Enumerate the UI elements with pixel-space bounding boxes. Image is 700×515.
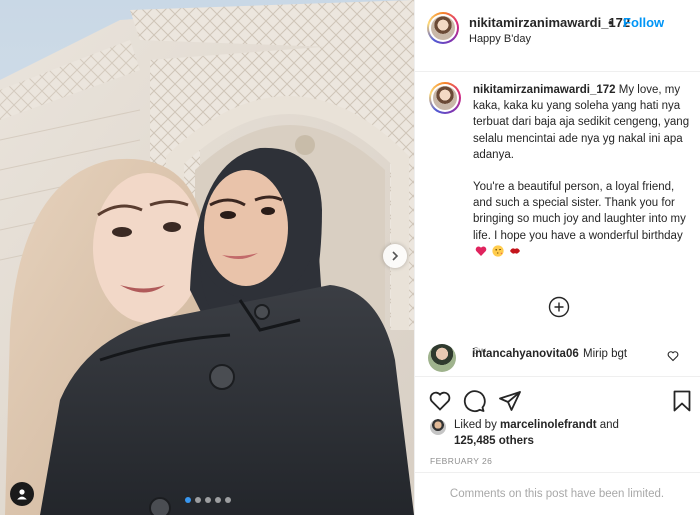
paper-plane-icon[interactable] — [498, 389, 522, 413]
caption-username[interactable]: nikitamirzanimawardi_172 — [473, 84, 616, 96]
likes-and: and — [599, 419, 619, 431]
instagram-post: nikitamirzanimawardi_172 • Follow Happy … — [0, 0, 700, 515]
comment-username[interactable]: intancahyanovita06 — [472, 348, 579, 360]
follow-button[interactable]: Follow — [623, 15, 664, 30]
red-heart-icon — [475, 246, 487, 256]
carousel-dot — [215, 497, 221, 503]
post-date[interactable]: FEBRUARY 26 — [430, 456, 492, 466]
comment-icon[interactable] — [462, 389, 486, 413]
comment-text: Mirip bgt — [583, 348, 628, 360]
selfie-photo-image — [0, 0, 414, 515]
comments-limited-notice: Comments on this post have been limited. — [449, 488, 665, 500]
carousel-dot — [195, 497, 201, 503]
kissing-face-icon — [492, 245, 504, 257]
heart-icon[interactable] — [428, 389, 452, 413]
kiss-mark-icon — [510, 248, 521, 254]
author-avatar[interactable] — [427, 12, 459, 44]
commenter-avatar[interactable] — [428, 344, 456, 372]
chevron-right-icon — [392, 251, 399, 261]
likes-summary: Liked by marcelinolefrandt and — [454, 419, 619, 431]
post-header: nikitamirzanimawardi_172 • Follow Happy … — [415, 0, 700, 72]
carousel-indicator — [185, 497, 231, 503]
likes-user[interactable]: marcelinolefrandt — [500, 419, 597, 431]
bookmark-icon[interactable] — [670, 389, 694, 413]
likes-others[interactable]: 125,485 others — [454, 435, 534, 447]
header-separator: • — [608, 15, 613, 30]
caption-paragraph-2: You're a beautiful person, a loyal frien… — [473, 181, 686, 242]
comment-like-heart-icon[interactable] — [667, 350, 679, 362]
post-subtitle: Happy B'day — [469, 33, 532, 45]
carousel-dot — [225, 497, 231, 503]
comments-limited-footer: Comments on this post have been limited. — [414, 472, 700, 515]
caption-author-avatar[interactable] — [429, 82, 461, 114]
user-tag-icon — [17, 489, 27, 500]
carousel-dot — [205, 497, 211, 503]
author-username[interactable]: nikitamirzanimawardi_172 — [469, 15, 630, 30]
post-photo[interactable] — [0, 0, 414, 515]
carousel-dot — [185, 497, 191, 503]
likes-prefix: Liked by — [454, 419, 497, 431]
post-actions-section: Liked by marcelinolefrandt and 125,485 o… — [414, 376, 700, 472]
plus-circle-icon[interactable] — [548, 296, 570, 318]
carousel-next-button[interactable] — [383, 244, 407, 268]
tagged-users-button[interactable] — [10, 482, 34, 506]
liker-avatar[interactable] — [430, 419, 446, 435]
comment-row: intancahyanovita06 Mirip bgt — [428, 344, 688, 372]
caption-text: nikitamirzanimawardi_172 My love, my kak… — [473, 82, 695, 260]
